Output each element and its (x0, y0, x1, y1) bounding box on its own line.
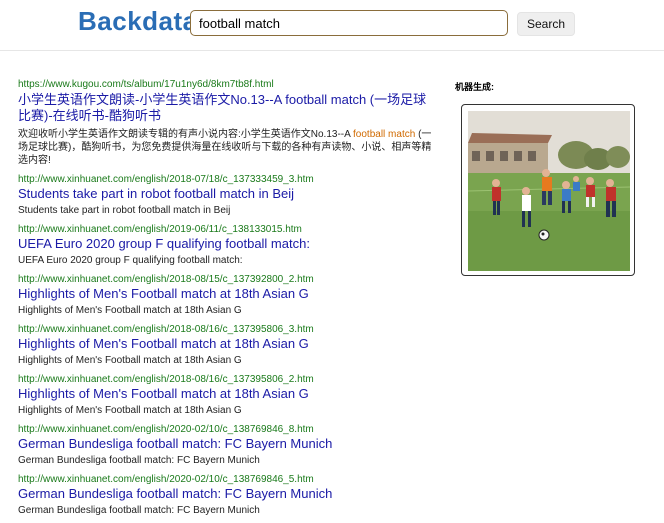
search-input[interactable] (190, 10, 508, 36)
result-item: https://www.kugou.com/ts/album/17u1ny6d/… (18, 78, 438, 167)
result-url[interactable]: http://www.xinhuanet.com/english/2018-07… (18, 173, 438, 186)
result-url[interactable]: http://www.xinhuanet.com/english/2020-02… (18, 473, 438, 486)
result-item: http://www.xinhuanet.com/english/2020-02… (18, 473, 438, 517)
football-match-painting-icon[interactable] (468, 111, 630, 271)
result-item: http://www.xinhuanet.com/english/2018-07… (18, 173, 438, 217)
result-title[interactable]: UEFA Euro 2020 group F qualifying footba… (18, 236, 438, 252)
result-snippet: UEFA Euro 2020 group F qualifying footba… (18, 255, 243, 266)
result-snippet: German Bundesliga football match: FC Bay… (18, 505, 260, 516)
snippet-highlight: football match (353, 129, 416, 140)
generated-image-card (461, 104, 635, 276)
search-button[interactable]: Search (517, 12, 575, 36)
result-url[interactable]: http://www.xinhuanet.com/english/2019-06… (18, 223, 438, 236)
result-title[interactable]: German Bundesliga football match: FC Bay… (18, 436, 438, 452)
result-url[interactable]: http://www.xinhuanet.com/english/2018-08… (18, 373, 438, 386)
generated-label: 机器生成: (455, 82, 494, 92)
site-logo[interactable]: Backdata (78, 6, 198, 37)
result-title[interactable]: Highlights of Men's Football match at 18… (18, 386, 438, 402)
result-snippet: Highlights of Men's Football match at 18… (18, 405, 242, 416)
result-snippet: Highlights of Men's Football match at 18… (18, 305, 242, 316)
header-bar: Backdata Search (0, 0, 664, 51)
result-url[interactable]: http://www.xinhuanet.com/english/2018-08… (18, 323, 438, 336)
result-title[interactable]: Highlights of Men's Football match at 18… (18, 286, 438, 302)
result-title[interactable]: 小学生英语作文朗读-小学生英语作文No.13--A football match… (18, 92, 438, 124)
result-item: http://www.xinhuanet.com/english/2020-02… (18, 423, 438, 467)
result-item: http://www.xinhuanet.com/english/2018-08… (18, 323, 438, 367)
result-snippet: Students take part in robot football mat… (18, 205, 231, 216)
result-snippet: Highlights of Men's Football match at 18… (18, 355, 242, 366)
result-item: http://www.xinhuanet.com/english/2018-08… (18, 273, 438, 317)
snippet-text: 欢迎收听小学生英语作文朗读专辑的有声小说内容:小学生英语作文No.13--A (18, 129, 354, 140)
result-item: http://www.xinhuanet.com/english/2018-08… (18, 373, 438, 417)
result-url[interactable]: http://www.xinhuanet.com/english/2018-08… (18, 273, 438, 286)
result-title[interactable]: Highlights of Men's Football match at 18… (18, 336, 438, 352)
results-list: https://www.kugou.com/ts/album/17u1ny6d/… (18, 78, 438, 523)
result-item: http://www.xinhuanet.com/english/2019-06… (18, 223, 438, 267)
result-title[interactable]: Students take part in robot football mat… (18, 186, 438, 202)
result-url[interactable]: https://www.kugou.com/ts/album/17u1ny6d/… (18, 78, 438, 91)
result-snippet: 欢迎收听小学生英语作文朗读专辑的有声小说内容:小学生英语作文No.13--A f… (18, 128, 438, 167)
result-url[interactable]: http://www.xinhuanet.com/english/2020-02… (18, 423, 438, 436)
result-snippet: German Bundesliga football match: FC Bay… (18, 455, 260, 466)
